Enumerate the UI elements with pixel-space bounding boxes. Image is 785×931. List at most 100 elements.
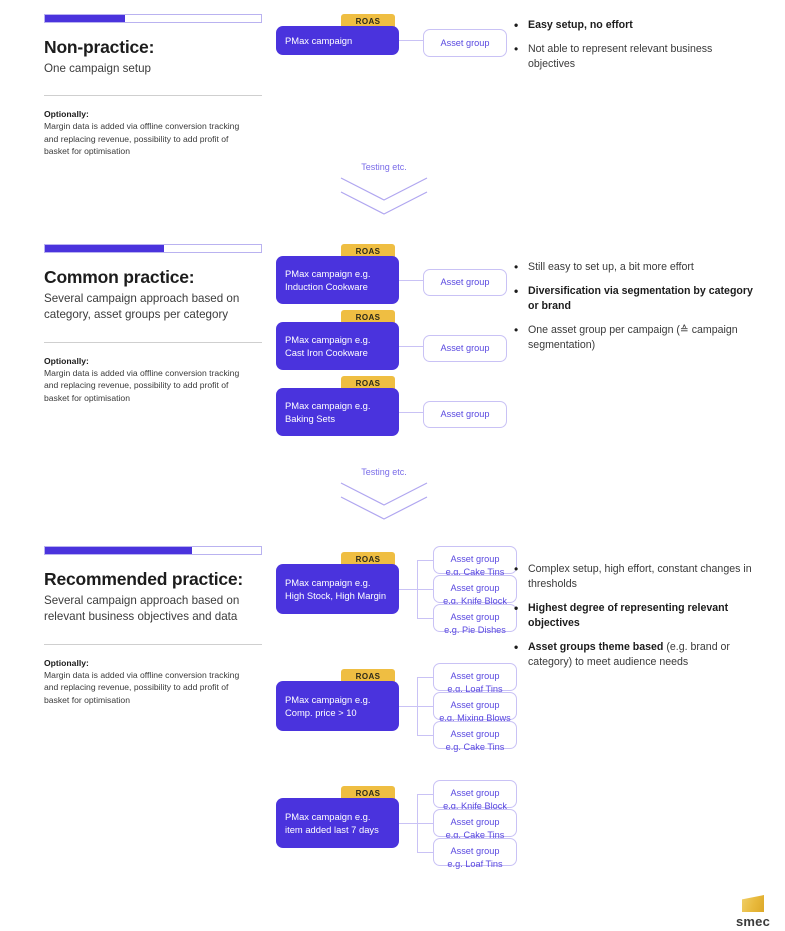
- asset-group-box[interactable]: Asset group e.g. Cake Tins: [433, 546, 517, 577]
- campaign-row: ROAS PMax campaign e.g. High Stock, High…: [276, 546, 517, 635]
- connector-line: [399, 589, 417, 590]
- connector-line: [417, 560, 433, 561]
- asset-group-box[interactable]: Asset group: [423, 335, 507, 362]
- page-title: Common practice:: [44, 267, 195, 287]
- progress-bar-2: [44, 546, 262, 555]
- asset-group-box[interactable]: Asset group e.g. Loaf Tins: [433, 663, 517, 694]
- connector-line: [399, 823, 417, 824]
- asset-group-box[interactable]: Asset group e.g. Loaf Tins: [433, 838, 517, 869]
- section-1-left-column: Common practice: Several campaign approa…: [44, 244, 262, 404]
- page-title: Non-practice:: [44, 37, 155, 57]
- asset-group-box[interactable]: Asset group e.g. Knife Block: [433, 780, 517, 811]
- diagram-page: Non-practice: One campaign setup Optiona…: [0, 0, 785, 931]
- chevron-down-icon: [339, 481, 429, 531]
- asset-group-box[interactable]: Asset group: [423, 29, 507, 57]
- bullet-strong-part: Asset groups theme based: [528, 641, 664, 654]
- bullet-item: Diversification via segmentation by cate…: [512, 283, 762, 314]
- optional-label: Optionally:: [44, 355, 89, 366]
- bullet-item: Complex setup, high effort, constant cha…: [512, 561, 762, 592]
- page-title: Recommended practice:: [44, 569, 244, 589]
- campaign-box[interactable]: PMax campaign e.g. Induction Cookware: [276, 256, 399, 304]
- campaign-box[interactable]: PMax campaign e.g. Cast Iron Cookware: [276, 322, 399, 370]
- asset-group-box[interactable]: Asset group: [423, 401, 507, 428]
- optional-label: Optionally:: [44, 657, 89, 668]
- smec-logo: smec: [731, 895, 775, 929]
- transition-testing-0: Testing etc.: [339, 162, 429, 226]
- divider: [44, 341, 262, 343]
- progress-bar-fill: [45, 245, 164, 252]
- connector-line: [417, 823, 433, 824]
- bullet-item: One asset group per campaign (≙ campaign…: [512, 322, 762, 353]
- connector-line: [417, 589, 433, 590]
- section-0-left-column: Non-practice: One campaign setup Optiona…: [44, 14, 262, 158]
- connector-line: [417, 618, 433, 619]
- asset-group-title: Asset group: [450, 729, 500, 739]
- asset-group-title: Asset group: [440, 277, 490, 288]
- campaign-row: ROAS PMax campaign e.g. item added last …: [276, 780, 517, 869]
- asset-group-title: Asset group: [450, 700, 500, 710]
- asset-group-box[interactable]: Asset group e.g. Pie Dishes: [433, 604, 517, 635]
- section-subtitle: One campaign setup: [44, 62, 151, 75]
- progress-bar-0: [44, 14, 262, 23]
- transition-testing-1: Testing etc.: [339, 467, 429, 531]
- bullet-item: Highest degree of representing relevant …: [512, 600, 762, 631]
- optional-text: Margin data is added via offline convers…: [44, 121, 240, 157]
- asset-group-box[interactable]: Asset group: [423, 269, 507, 296]
- smec-logo-text: smec: [735, 914, 771, 929]
- connector-line: [417, 706, 433, 707]
- asset-group-example: e.g. Loaf Tins: [447, 858, 503, 869]
- connector-line: [417, 794, 433, 795]
- campaign-box[interactable]: PMax campaign: [276, 26, 399, 55]
- progress-bar-1: [44, 244, 262, 253]
- connector-line: [399, 280, 423, 281]
- campaign-box[interactable]: PMax campaign e.g. Comp. price > 10: [276, 681, 399, 731]
- connector-line: [399, 40, 423, 41]
- asset-group-box[interactable]: Asset group e.g. Knife Block: [433, 575, 517, 606]
- connector-line: [399, 706, 417, 707]
- progress-bar-fill: [45, 15, 125, 22]
- asset-group-example: e.g. Cake Tins: [445, 741, 505, 752]
- asset-group-title: Asset group: [450, 788, 500, 798]
- campaign-row: ROAS PMax campaign Asset group: [276, 14, 507, 57]
- campaign-box[interactable]: PMax campaign e.g. Baking Sets: [276, 388, 399, 436]
- campaign-box[interactable]: PMax campaign e.g. High Stock, High Marg…: [276, 564, 399, 614]
- divider: [44, 643, 262, 645]
- campaign-box[interactable]: PMax campaign e.g. item added last 7 day…: [276, 798, 399, 848]
- connector-line: [399, 346, 423, 347]
- section-0-bullets: Easy setup, no effort Not able to repres…: [512, 17, 762, 81]
- asset-group-title: Asset group: [440, 409, 490, 420]
- asset-group-title: Asset group: [450, 612, 500, 622]
- smec-logo-mark-icon: [742, 895, 764, 912]
- asset-group-example: e.g. Pie Dishes: [444, 624, 506, 635]
- connector-line: [399, 412, 423, 413]
- asset-group-title: Asset group: [450, 583, 500, 593]
- asset-group-title: Asset group: [450, 817, 500, 827]
- progress-bar-fill: [45, 547, 192, 554]
- asset-group-box[interactable]: Asset group e.g. Mixing Blows: [433, 692, 517, 723]
- bullet-item: Still easy to set up, a bit more effort: [512, 259, 762, 276]
- asset-group-box[interactable]: Asset group e.g. Cake Tins: [433, 721, 517, 752]
- bullet-item: Asset groups theme based (e.g. brand or …: [512, 639, 762, 670]
- transition-label: Testing etc.: [361, 467, 407, 477]
- divider: [44, 95, 262, 97]
- optional-text: Margin data is added via offline convers…: [44, 367, 240, 403]
- campaign-row: ROAS PMax campaign e.g. Induction Cookwa…: [276, 244, 507, 304]
- section-2-bullets: Complex setup, high effort, constant cha…: [512, 561, 762, 679]
- connector-line: [417, 852, 433, 853]
- section-2-left-column: Recommended practice: Several campaign a…: [44, 546, 262, 706]
- campaign-row: ROAS PMax campaign e.g. Cast Iron Cookwa…: [276, 310, 507, 370]
- bullet-item: Not able to represent relevant business …: [512, 41, 762, 72]
- section-1-bullets: Still easy to set up, a bit more effort …: [512, 259, 762, 362]
- asset-group-title: Asset group: [450, 671, 500, 681]
- asset-group-title: Asset group: [440, 343, 490, 354]
- optional-label: Optionally:: [44, 109, 89, 120]
- section-subtitle: Several campaign approach based on categ…: [44, 292, 240, 322]
- section-subtitle: Several campaign approach based on relev…: [44, 594, 240, 624]
- connector-line: [417, 735, 433, 736]
- asset-group-box[interactable]: Asset group e.g. Cake Tins: [433, 809, 517, 840]
- connector-line: [417, 677, 433, 678]
- asset-group-title: Asset group: [450, 554, 500, 564]
- asset-group-title: Asset group: [450, 846, 500, 856]
- bullet-item: Easy setup, no effort: [512, 17, 762, 34]
- campaign-row: ROAS PMax campaign e.g. Comp. price > 10…: [276, 663, 517, 752]
